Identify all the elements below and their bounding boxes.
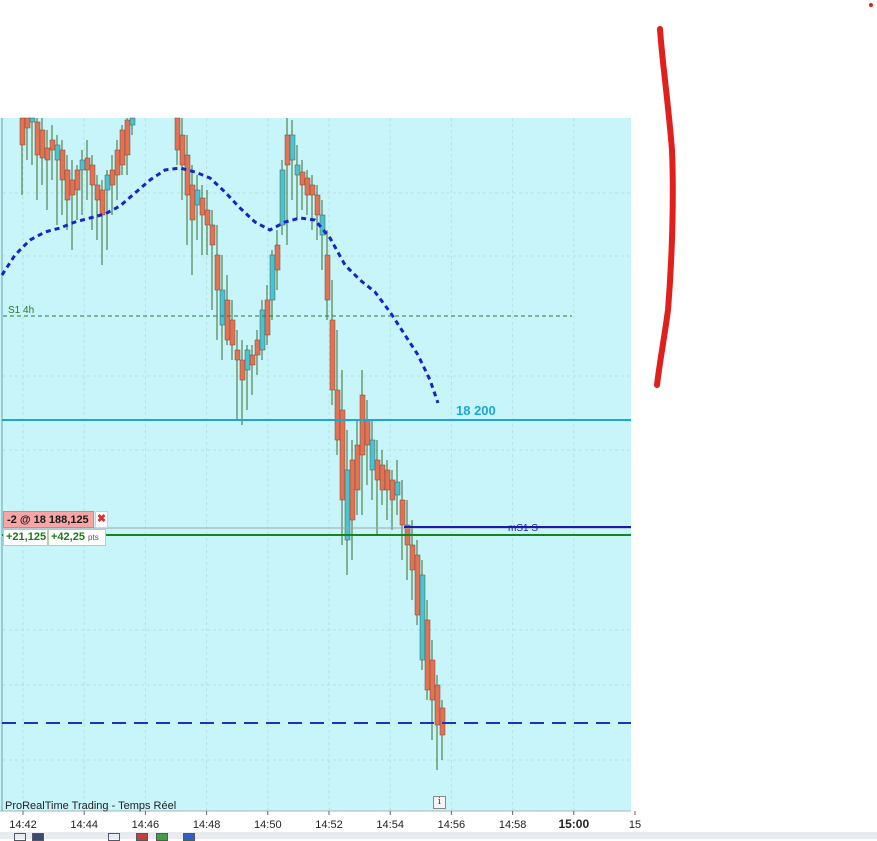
hand-drawn-annotation — [654, 26, 676, 388]
time-tick-label: 14:48 — [193, 819, 221, 831]
position-pl-points-value: +42,25 — [51, 531, 85, 543]
platform-label: ProRealTime Trading - Temps Réel — [5, 800, 177, 812]
time-tick-label: 14:46 — [132, 819, 160, 831]
position-pl-points: +42,25 pts — [48, 529, 106, 546]
chart-plot-area[interactable] — [0, 118, 631, 811]
position-label[interactable]: -2 @ 18 188,125 — [3, 511, 94, 528]
time-tick-label: 15 — [629, 819, 641, 831]
close-position-icon[interactable]: ✖ — [95, 511, 108, 528]
taskbar-icon[interactable] — [183, 833, 195, 841]
time-tick-label: 14:54 — [376, 819, 404, 831]
taskbar-icon[interactable] — [136, 833, 148, 841]
annotation-dot — [869, 3, 873, 7]
time-tick-label: 14:56 — [438, 819, 466, 831]
taskbar-icon[interactable] — [108, 833, 120, 841]
ms1-label: mS1 S — [508, 523, 538, 534]
time-tick-label: 14:44 — [70, 819, 98, 831]
taskbar-icon[interactable] — [156, 833, 168, 841]
time-tick-label: 14:50 — [254, 819, 282, 831]
info-icon[interactable]: i — [433, 796, 446, 809]
level-18200-label: 18 200 — [456, 403, 496, 418]
time-tick-label: 14:42 — [9, 819, 37, 831]
taskbar-icon[interactable] — [32, 833, 44, 841]
taskbar-strip — [0, 832, 877, 839]
position-box[interactable]: -2 @ 18 188,125 ✖ +21,125 +42,25 pts — [3, 511, 108, 547]
time-tick-label: 14:52 — [315, 819, 343, 831]
position-pl-value: +21,125 — [3, 529, 48, 546]
candle — [419, 560, 426, 670]
price-chart[interactable]: S1 4h 18 200 mS1 S 14:42 14:44 14:46 14:48 1… — [0, 0, 877, 839]
taskbar-icon[interactable] — [14, 833, 26, 841]
position-pl-unit: pts — [88, 533, 99, 542]
candle — [279, 160, 286, 235]
s1-4h-label: S1 4h — [8, 305, 34, 316]
time-tick-label: 15:00 — [558, 817, 589, 831]
time-tick-label: 14:58 — [499, 819, 527, 831]
